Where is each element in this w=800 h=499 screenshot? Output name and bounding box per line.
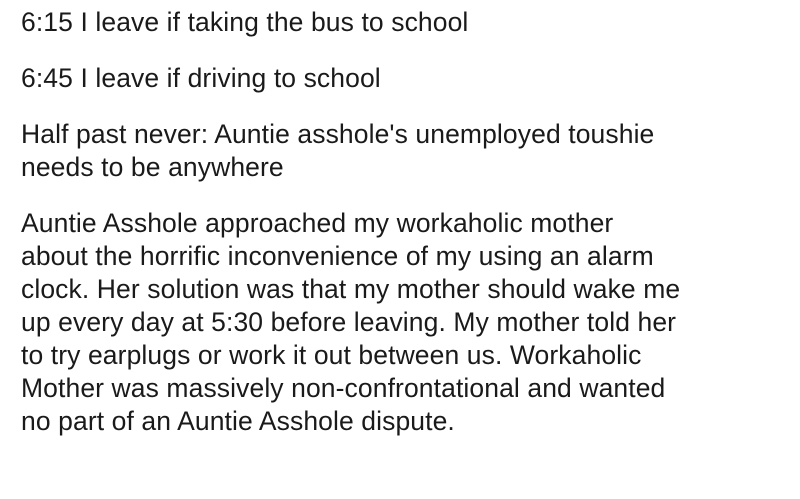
- schedule-bus-paragraph: 6:15 I leave if taking the bus to school: [21, 6, 791, 39]
- post-text-body: 6:15 I leave if taking the bus to school…: [21, 6, 791, 438]
- text-line: to try earplugs or work it out between u…: [21, 340, 642, 370]
- text-line: up every day at 5:30 before leaving. My …: [21, 307, 677, 337]
- schedule-drive-paragraph: 6:45 I leave if driving to school: [21, 62, 791, 95]
- text-line: Mother was massively non-confrontational…: [21, 373, 666, 403]
- story-paragraph: Auntie Asshole approached my workaholic …: [21, 207, 791, 438]
- text-line: needs to be anywhere: [21, 152, 284, 182]
- text-line: 6:15 I leave if taking the bus to school: [21, 7, 469, 37]
- text-line: 6:45 I leave if driving to school: [21, 63, 381, 93]
- schedule-never-paragraph: Half past never: Auntie asshole's unempl…: [21, 118, 791, 184]
- text-line: no part of an Auntie Asshole dispute.: [21, 406, 455, 436]
- text-line: clock. Her solution was that my mother s…: [21, 274, 681, 304]
- text-line: about the horrific inconvenience of my u…: [21, 241, 654, 271]
- text-line: Half past never: Auntie asshole's unempl…: [21, 119, 655, 149]
- text-line: Auntie Asshole approached my workaholic …: [21, 208, 614, 238]
